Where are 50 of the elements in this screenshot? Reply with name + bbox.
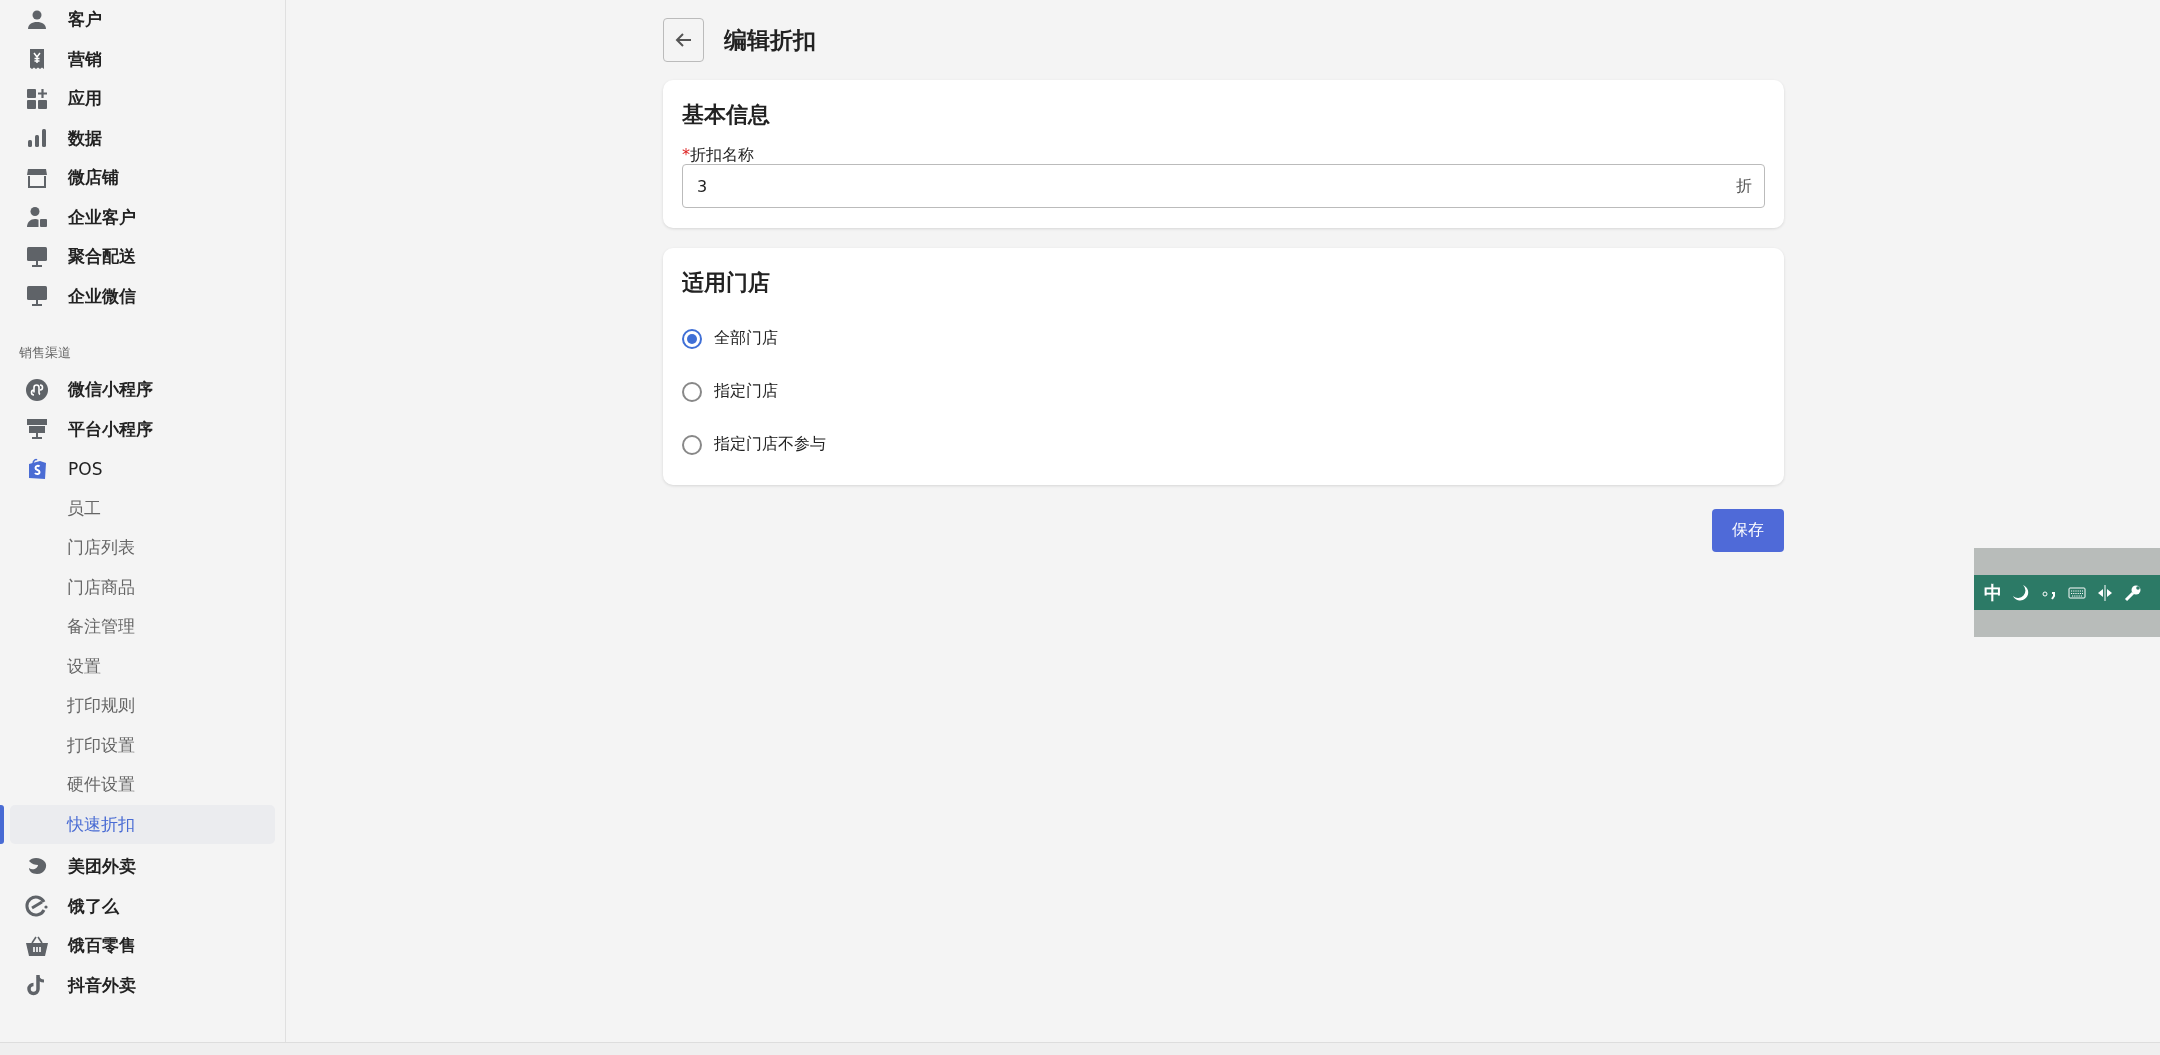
apps-icon [25, 86, 49, 111]
sidebar-item[interactable]: 饿百零售 [0, 926, 275, 966]
save-button[interactable]: 保存 [1712, 509, 1784, 552]
sidebar-item[interactable]: 客户 [0, 0, 275, 40]
sidebar-item[interactable]: 营销 [0, 39, 275, 79]
sidebar-subitem[interactable]: 快速折扣 [10, 804, 275, 844]
radio-label: 指定门店不参与 [714, 434, 826, 455]
section-heading: 销售渠道 [18, 344, 72, 362]
sidebar-item[interactable]: 微店铺 [0, 158, 275, 198]
monitor-icon [25, 244, 49, 269]
input-suffix: 折 [1736, 176, 1752, 197]
ime-mode-toggle[interactable]: 中 [1984, 580, 2002, 605]
sidebar-subitem[interactable]: 硬件设置 [10, 765, 275, 805]
sidebar-subitem[interactable]: 打印规则 [10, 686, 275, 726]
sidebar-subitem[interactable]: 门店列表 [10, 528, 275, 568]
back-button[interactable] [663, 18, 704, 62]
radio-button[interactable] [682, 381, 702, 402]
link-circle-icon [25, 377, 49, 402]
sidebar-subitem[interactable]: 打印设置 [10, 725, 275, 765]
kiosk-icon [25, 417, 49, 442]
field-label: *折扣名称 [682, 146, 755, 164]
sidebar-subitem[interactable]: 设置 [10, 646, 275, 686]
sidebar-item[interactable]: 抖音外卖 [0, 965, 275, 1005]
page-title: 编辑折扣 [724, 25, 816, 55]
sidebar-subitem[interactable]: 备注管理 [10, 607, 275, 647]
sidebar-subitem[interactable]: 员工 [10, 488, 275, 528]
sidebar-item[interactable]: POS [0, 449, 275, 489]
sidebar-item[interactable]: 应用 [0, 79, 275, 119]
monitor-icon [25, 284, 49, 309]
sidebar-item[interactable]: 饿了么 [0, 886, 275, 926]
e-logo-icon [25, 894, 49, 919]
sidebar-item[interactable]: 平台小程序 [0, 409, 275, 449]
business-person-icon [25, 205, 49, 230]
radio-label: 全部门店 [714, 328, 778, 349]
sidebar-item[interactable]: 企业微信 [0, 276, 275, 316]
moon-icon[interactable] [2012, 583, 2030, 602]
card-title: 基本信息 [682, 101, 771, 129]
sidebar-item[interactable]: 美团外卖 [0, 847, 275, 887]
sidebar-item[interactable]: 聚合配送 [0, 237, 275, 277]
selection-indicator [0, 804, 4, 844]
wrench-icon[interactable] [2124, 583, 2142, 602]
radio-label: 指定门店 [714, 381, 778, 402]
sidebar-subitem[interactable]: 门店商品 [10, 567, 275, 607]
sidebar-item[interactable]: 微信小程序 [0, 370, 275, 410]
sidebar-item[interactable]: 企业客户 [0, 197, 275, 237]
radio-button[interactable] [682, 328, 702, 349]
card-title: 适用门店 [682, 269, 771, 297]
split-arrows-icon[interactable] [2096, 583, 2114, 602]
radio-button[interactable] [682, 434, 702, 455]
sidebar-item[interactable]: 数据 [0, 118, 275, 158]
